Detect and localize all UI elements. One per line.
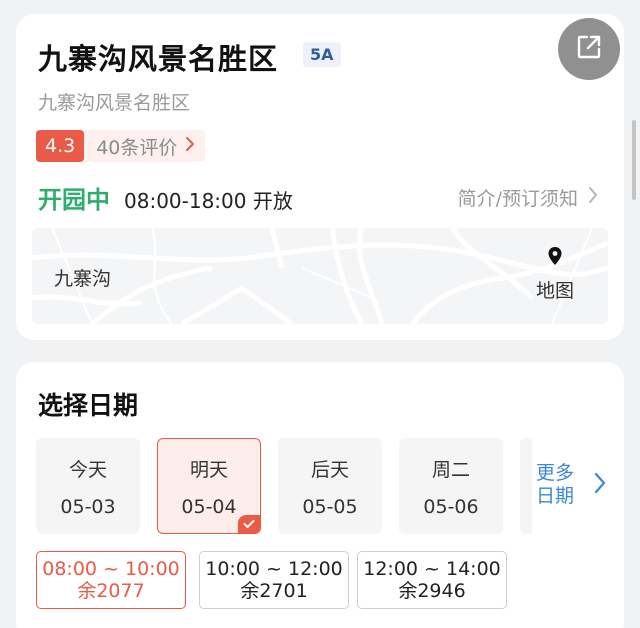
check-icon (238, 515, 260, 533)
time-slot-1200[interactable]: 12:00 ~ 14:00 余2946 (357, 551, 507, 609)
attraction-title: 九寨沟风景名胜区 (38, 42, 279, 76)
chevron-right-icon (588, 186, 598, 209)
map-button-label: 地图 (536, 280, 575, 302)
time-slot-0800[interactable]: 08:00 ~ 10:00 余2077 (36, 551, 186, 609)
date-day-label: 今天 (68, 458, 107, 481)
review-count-label: 40条评价 (96, 136, 178, 159)
date-value: 05-06 (423, 495, 479, 518)
share-button[interactable] (558, 18, 620, 80)
map-preview[interactable]: 九寨沟 地图 (32, 228, 608, 324)
date-value: 05-05 (302, 495, 358, 518)
chevron-right-icon (185, 135, 195, 157)
time-slot-range: 12:00 ~ 14:00 (363, 558, 501, 580)
map-button[interactable]: 地图 (536, 246, 574, 303)
map-roads-graphic (32, 228, 608, 324)
review-count: 40条评价 (84, 130, 205, 162)
time-slot-range: 10:00 ~ 12:00 (205, 558, 343, 580)
time-slot-remaining: 余2701 (240, 580, 308, 602)
opening-hours: 08:00-18:00 开放 (124, 189, 293, 213)
grade-badge: 5A (303, 42, 341, 67)
time-slot-range: 08:00 ~ 10:00 (42, 558, 180, 580)
date-option-partial (520, 438, 532, 534)
more-dates-label: 更多 日期 (536, 462, 575, 507)
date-value: 05-04 (181, 495, 237, 518)
date-option-tuesday[interactable]: 周二 05-06 (399, 438, 503, 534)
rating-score: 4.3 (36, 130, 85, 162)
date-selection-card: 选择日期 今天 05-03 明天 05-04 后天 05-05 周二 05-06… (16, 362, 624, 628)
time-slot-remaining: 余2946 (398, 580, 466, 602)
date-option-today[interactable]: 今天 05-03 (36, 438, 140, 534)
intro-notice-label: 简介/预订须知 (457, 188, 578, 210)
map-location-name: 九寨沟 (54, 268, 112, 290)
opening-status-row: 开园中 08:00-18:00 开放 (38, 180, 293, 215)
time-slot-remaining: 余2077 (77, 580, 145, 602)
rating-reviews-link[interactable]: 4.3 40条评价 (36, 130, 206, 162)
share-icon (575, 33, 603, 65)
attraction-subtitle: 九寨沟风景名胜区 (38, 92, 191, 114)
date-option-day-after[interactable]: 后天 05-05 (278, 438, 382, 534)
date-day-label: 后天 (310, 458, 349, 481)
attraction-info-card: 九寨沟风景名胜区 5A 九寨沟风景名胜区 4.3 40条评价 开园中 08:00… (16, 14, 624, 340)
date-value: 05-03 (60, 495, 116, 518)
date-day-label: 明天 (189, 458, 228, 481)
date-option-tomorrow[interactable]: 明天 05-04 (157, 438, 261, 534)
map-pin-icon (547, 246, 563, 270)
chevron-right-icon (594, 472, 606, 498)
date-day-label: 周二 (431, 458, 470, 481)
more-dates-button[interactable]: 更多 日期 (536, 462, 606, 508)
open-status: 开园中 (38, 186, 110, 214)
intro-notice-link[interactable]: 简介/预订须知 (458, 184, 598, 211)
date-section-title: 选择日期 (38, 391, 139, 420)
time-slot-1000[interactable]: 10:00 ~ 12:00 余2701 (199, 551, 349, 609)
scrollbar-thumb[interactable] (632, 120, 636, 200)
